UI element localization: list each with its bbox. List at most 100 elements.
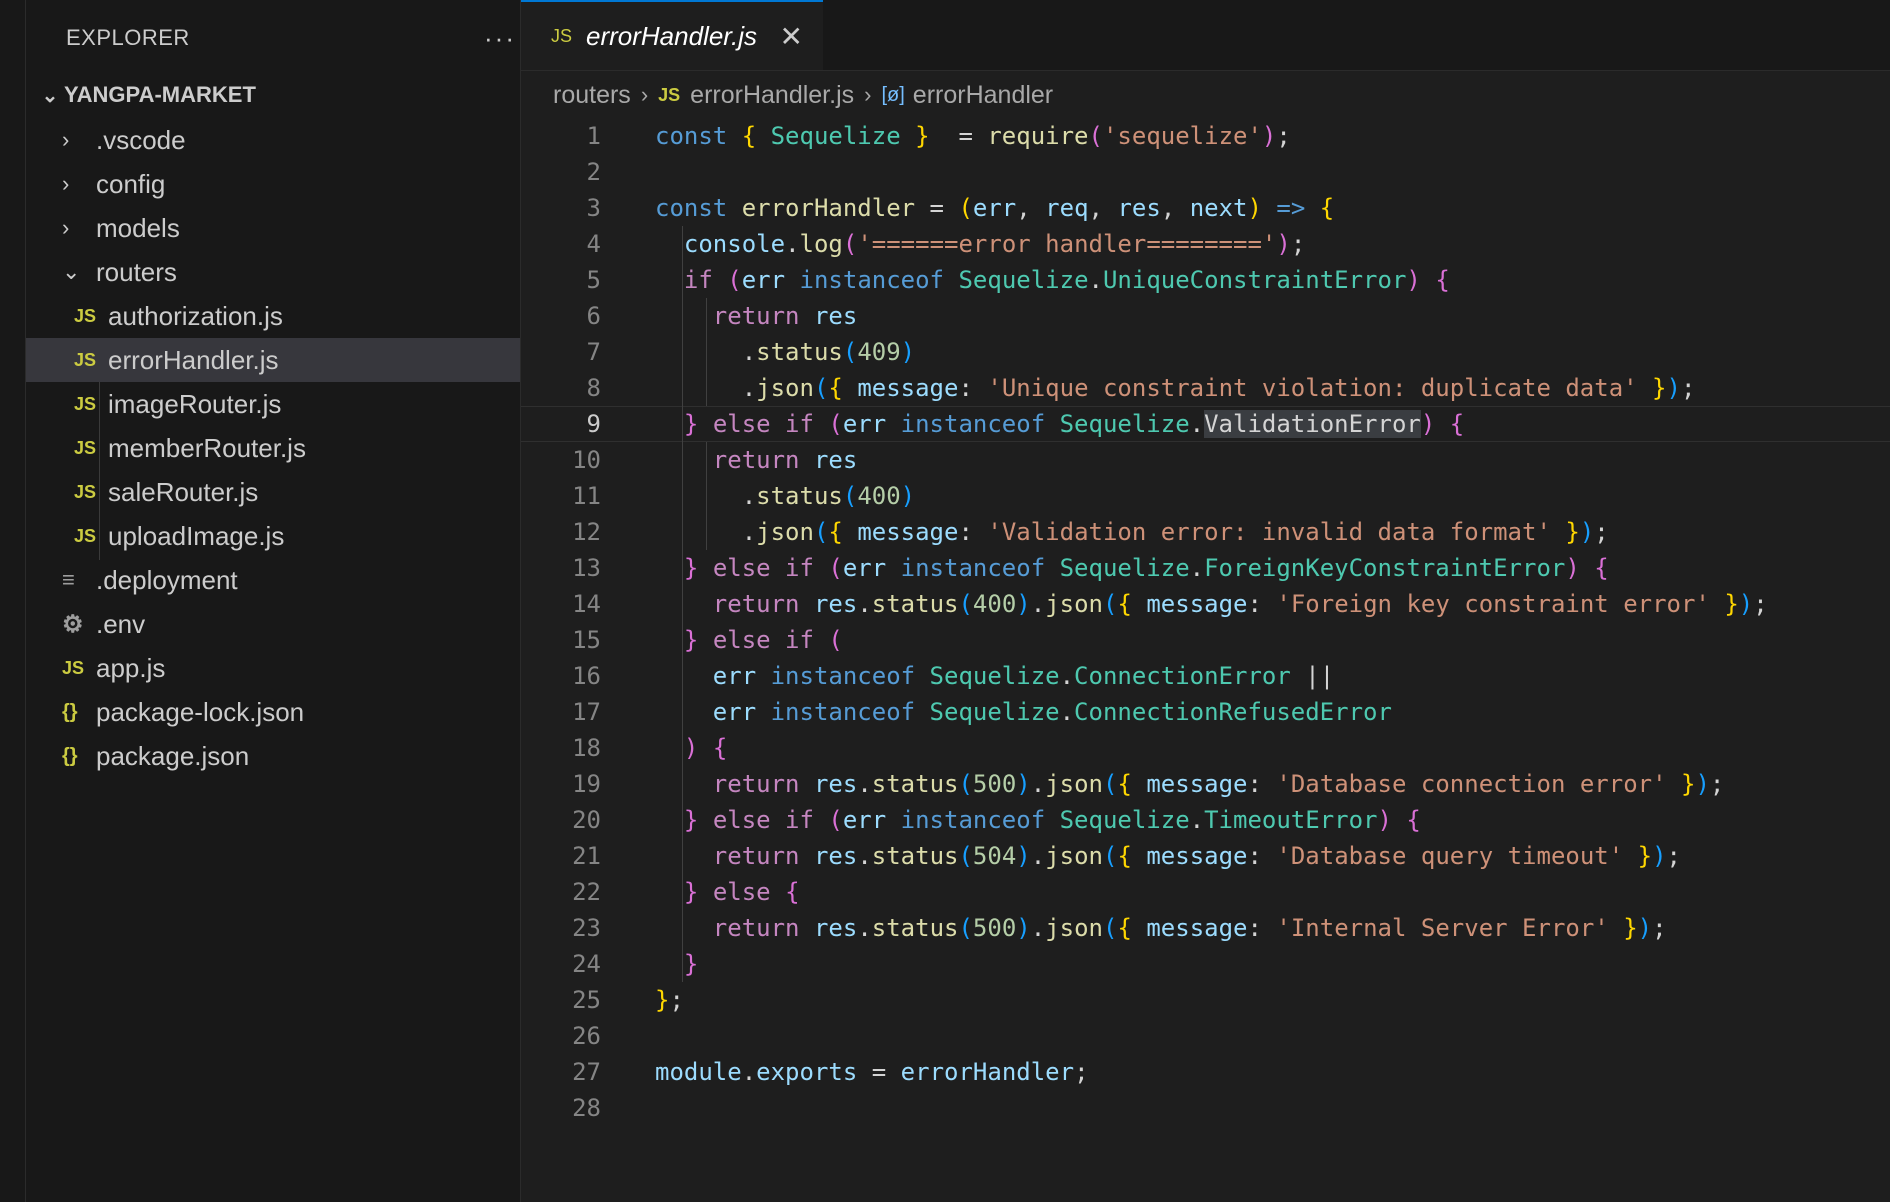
code-line[interactable]: 2 <box>521 154 1890 190</box>
code-line[interactable]: 25}; <box>521 982 1890 1018</box>
project-root[interactable]: ⌄ YANGPA-MARKET <box>36 80 256 110</box>
code-line[interactable]: 14 return res.status(400).json({ message… <box>521 586 1890 622</box>
code-token: err <box>741 266 800 294</box>
code-token: err <box>842 806 901 834</box>
code-token: , <box>1016 194 1046 222</box>
code-token: || <box>1290 662 1335 690</box>
tree-item-label: config <box>96 168 166 199</box>
code-token: } <box>1637 374 1667 402</box>
code-line[interactable]: 9 } else if (err instanceof Sequelize.Va… <box>521 406 1890 442</box>
line-number: 11 <box>572 482 601 510</box>
code-token: ) <box>1261 122 1277 150</box>
code-token: err <box>712 698 771 726</box>
code-line[interactable]: 27 module.exports = errorHandler; <box>521 1054 1890 1090</box>
js-file-icon: JS <box>74 437 97 458</box>
code-token: return <box>712 770 814 798</box>
code-line[interactable]: 17 err instanceof Sequelize.ConnectionRe… <box>521 694 1890 730</box>
tree-item-label: errorHandler.js <box>108 344 279 375</box>
code-editor[interactable]: 1 const { Sequelize } = require('sequeliz… <box>521 118 1890 1126</box>
code-line[interactable]: 21 return res.status(504).json({ message… <box>521 838 1890 874</box>
code-line[interactable]: 5 if (err instanceof Sequelize.UniqueCon… <box>521 262 1890 298</box>
code-token: . <box>857 842 872 870</box>
code-line[interactable]: 8 .json({ message: 'Unique constraint vi… <box>521 370 1890 406</box>
close-icon[interactable]: ✕ <box>780 20 803 53</box>
more-actions-icon[interactable]: ··· <box>484 25 516 51</box>
tree-item[interactable]: › models <box>26 206 520 250</box>
editor-area: JS errorHandler.js ✕ routers › JS errorH… <box>521 0 1890 1202</box>
code-token: errorHandler <box>900 1058 1075 1086</box>
breadcrumb-symbol[interactable]: errorHandler <box>913 81 1053 110</box>
tree-item[interactable]: › config <box>26 162 520 206</box>
code-line[interactable]: 18 ) { <box>521 730 1890 766</box>
code-token: : <box>958 518 988 546</box>
code-token: ) <box>1276 230 1291 258</box>
tree-item[interactable]: ⌄ routers <box>26 250 520 294</box>
code-token: ( <box>828 806 843 834</box>
breadcrumb-file[interactable]: errorHandler.js <box>690 81 854 110</box>
code-line[interactable]: 19 return res.status(500).json({ message… <box>521 766 1890 802</box>
code-line[interactable]: 22 } else { <box>521 874 1890 910</box>
tree-item[interactable]: {} package-lock.json <box>26 690 520 734</box>
code-token: ( <box>958 842 973 870</box>
code-line[interactable]: 15 } else if ( <box>521 622 1890 658</box>
text-file-icon: ≡ <box>62 567 75 592</box>
explorer-sidebar: EXPLORER ··· ⌄ YANGPA-MARKET › .vscode › co… <box>26 0 521 1202</box>
code-token: ( <box>727 266 742 294</box>
tree-item[interactable]: JS imageRouter.js <box>26 382 520 426</box>
code-line[interactable]: 3 const errorHandler = (err, req, res, ne… <box>521 190 1890 226</box>
code-line[interactable]: 7 .status(409) <box>521 334 1890 370</box>
js-file-icon: JS <box>658 84 681 105</box>
code-token: return <box>712 842 814 870</box>
code-line[interactable]: 20 } else if (err instanceof Sequelize.T… <box>521 802 1890 838</box>
code-token: instanceof <box>900 554 1060 582</box>
code-line[interactable]: 10 return res <box>521 442 1890 478</box>
code-line[interactable]: 1 const { Sequelize } = require('sequeliz… <box>521 118 1890 154</box>
code-line[interactable]: 6 return res <box>521 298 1890 334</box>
js-file-icon: JS <box>74 481 97 502</box>
code-line[interactable]: 24 } <box>521 946 1890 982</box>
tree-item[interactable]: ⚙ .env <box>26 602 520 646</box>
tree-item[interactable]: › .vscode <box>26 118 520 162</box>
code-text: if (err instanceof Sequelize.UniqueConst… <box>655 266 1450 294</box>
tab-errorhandler[interactable]: JS errorHandler.js ✕ <box>521 0 823 70</box>
code-token: return <box>712 590 814 618</box>
code-token: ) <box>1247 194 1262 222</box>
code-line[interactable]: 12 .json({ message: 'Validation error: i… <box>521 514 1890 550</box>
tree-item[interactable]: JS saleRouter.js <box>26 470 520 514</box>
tree-item[interactable]: JS app.js <box>26 646 520 690</box>
code-token: ) <box>900 338 916 366</box>
code-line[interactable]: 28 <box>521 1090 1890 1126</box>
code-token: { <box>785 878 800 906</box>
tree-item[interactable]: JS authorization.js <box>26 294 520 338</box>
tree-item[interactable]: JS memberRouter.js <box>26 426 520 470</box>
code-token: json <box>756 518 814 546</box>
indent-guide <box>682 226 683 982</box>
code-line[interactable]: 16 err instanceof Sequelize.ConnectionEr… <box>521 658 1890 694</box>
code-line[interactable]: 11 .status(400) <box>521 478 1890 514</box>
code-token: { <box>1319 194 1335 222</box>
line-number: 24 <box>572 950 601 978</box>
code-token: . <box>1189 806 1205 834</box>
code-text: } else if (err instanceof Sequelize.Time… <box>655 806 1421 834</box>
code-text: ) { <box>655 734 727 762</box>
code-line[interactable]: 4 console.log('======error handler======… <box>521 226 1890 262</box>
line-number: 18 <box>572 734 601 762</box>
code-token: else if <box>712 410 829 438</box>
code-line[interactable]: 26 <box>521 1018 1890 1054</box>
indent-guide <box>706 298 707 406</box>
code-token: { <box>1435 266 1450 294</box>
code-line[interactable]: 13 } else if (err instanceof Sequelize.F… <box>521 550 1890 586</box>
tree-item[interactable]: {} package.json <box>26 734 520 778</box>
tree-item-label: imageRouter.js <box>108 388 282 419</box>
code-token: ) <box>1420 410 1436 438</box>
code-token: { <box>828 518 858 546</box>
code-line[interactable]: 23 return res.status(500).json({ message… <box>521 910 1890 946</box>
code-text: module.exports = errorHandler; <box>655 1058 1089 1086</box>
tree-item[interactable]: JS errorHandler.js <box>26 338 520 382</box>
tree-item[interactable]: ≡ .deployment <box>26 558 520 602</box>
tree-item[interactable]: JS uploadImage.js <box>26 514 520 558</box>
breadcrumb-folder[interactable]: routers <box>553 81 631 110</box>
